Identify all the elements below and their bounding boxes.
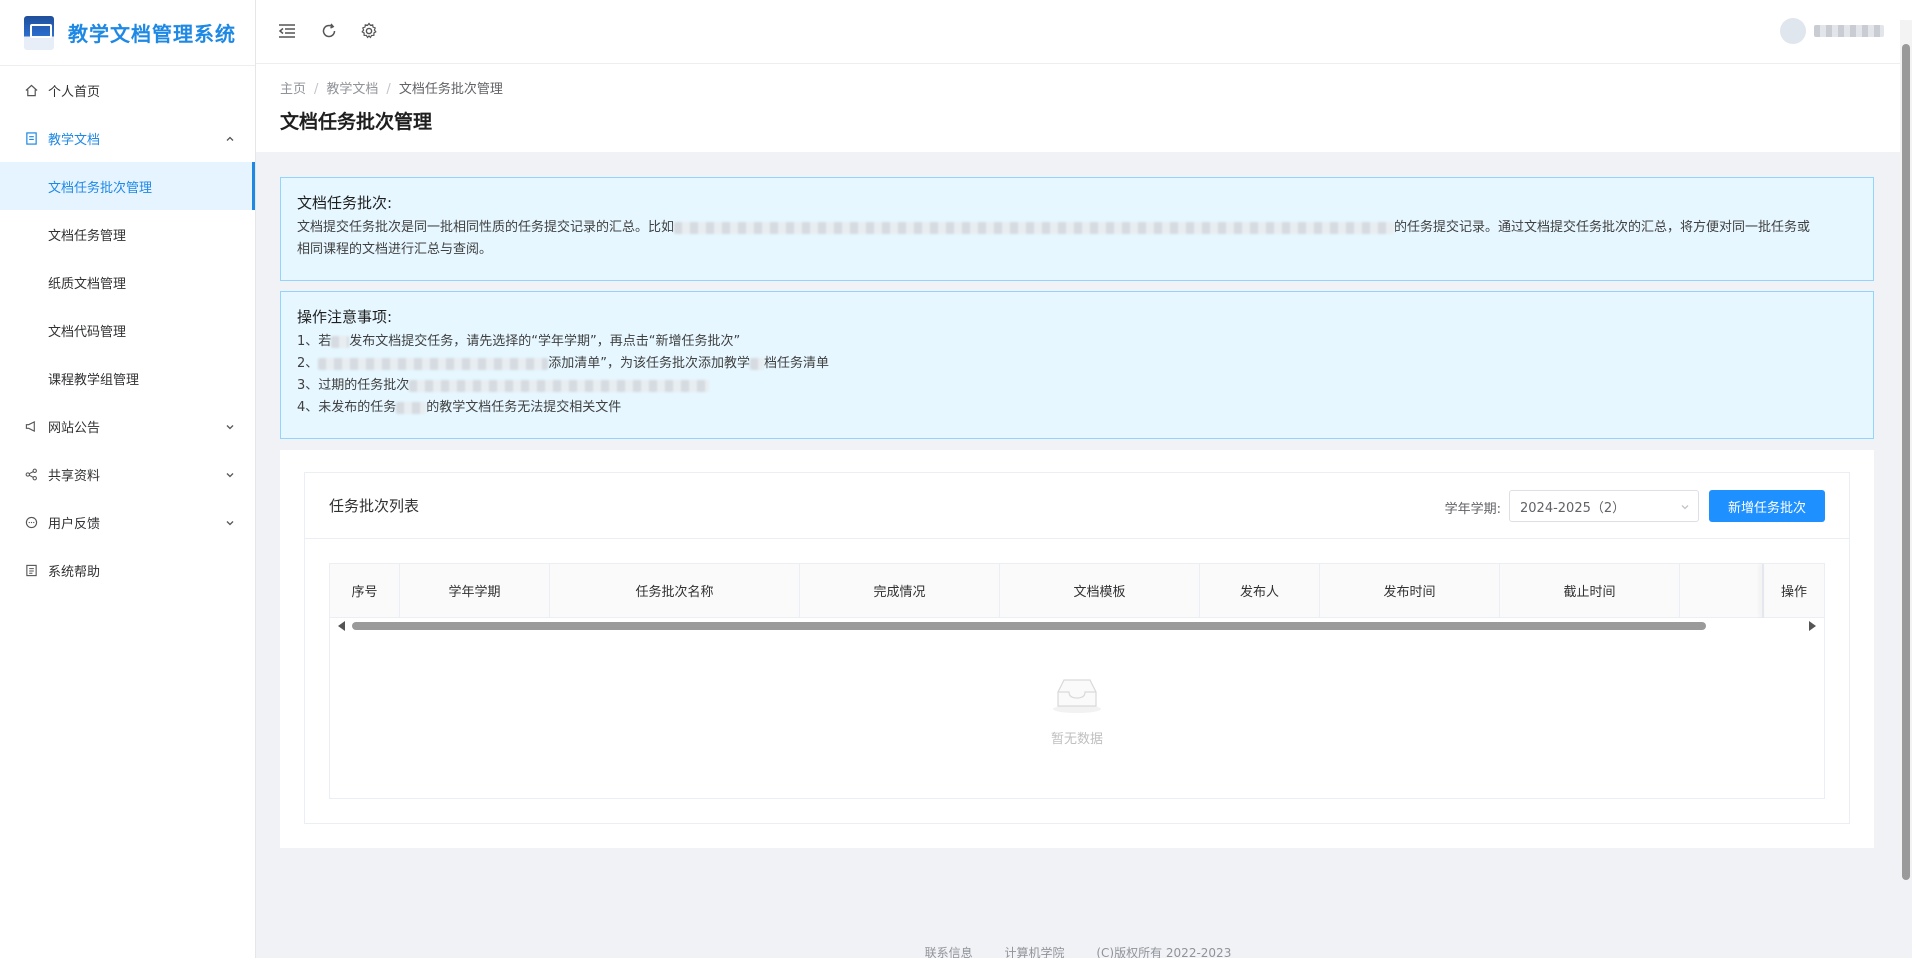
home-icon — [24, 83, 38, 97]
add-batch-button[interactable]: 新增任务批次 — [1709, 490, 1825, 522]
column-header: 发布时间 — [1320, 564, 1500, 617]
batch-list-container: 任务批次列表 学年学期: 2024-2025（2） 新增任务批次 序号 学年学期… — [280, 450, 1874, 848]
sidebar-item-label: 教学文档 — [48, 132, 101, 148]
term-select[interactable]: 2024-2025（2） — [1509, 490, 1699, 522]
refresh-icon[interactable] — [318, 20, 340, 42]
sidebar-item-announcements[interactable]: 网站公告 — [0, 402, 255, 450]
sidebar-item-teaching-docs[interactable]: 教学文档 — [0, 114, 255, 162]
redacted-text — [318, 357, 549, 370]
page-scrollbar-thumb[interactable] — [1902, 44, 1910, 880]
megaphone-icon — [24, 419, 38, 433]
document-icon — [24, 131, 38, 145]
scroll-right-arrow-icon[interactable] — [1809, 621, 1816, 631]
card-header: 任务批次列表 学年学期: 2024-2025（2） 新增任务批次 — [305, 473, 1849, 539]
column-header: 完成情况 — [800, 564, 1000, 617]
redacted-text — [409, 379, 710, 392]
sidebar-item-label: 个人首页 — [48, 84, 101, 100]
card-title: 任务批次列表 — [329, 497, 420, 515]
redacted-text — [331, 335, 350, 348]
breadcrumb-separator: / — [314, 82, 319, 97]
school-logo — [24, 15, 54, 50]
column-header: 学年学期 — [400, 564, 550, 617]
footer-contact[interactable]: 联系信息 — [925, 946, 973, 958]
app-logo-area: 教学文档管理系统 — [0, 0, 255, 66]
empty-text: 暂无数据 — [1050, 732, 1103, 747]
chevron-up-icon — [225, 133, 235, 143]
sidebar-menu: 个人首页 教学文档 文档任务批次管理 文档任务管理 纸质文档管理 文档代码管理 … — [0, 66, 255, 594]
term-select-value: 2024-2025（2） — [1520, 500, 1626, 516]
page-header: 主页 / 教学文档 / 文档任务批次管理 文档任务批次管理 — [256, 64, 1900, 152]
chevron-down-icon — [1680, 501, 1690, 511]
term-label: 学年学期: — [1444, 502, 1501, 517]
top-header — [256, 0, 1912, 64]
sidebar-item-task-management[interactable]: 文档任务管理 — [0, 210, 255, 258]
sidebar-item-paper-docs[interactable]: 纸质文档管理 — [0, 258, 255, 306]
batch-list-card: 任务批次列表 学年学期: 2024-2025（2） 新增任务批次 序号 学年学期… — [304, 472, 1850, 824]
breadcrumb-separator: / — [386, 82, 391, 97]
sidebar-item-label: 网站公告 — [48, 420, 101, 436]
column-header: 操作 — [1780, 585, 1807, 600]
table-header: 序号 学年学期 任务批次名称 完成情况 文档模板 发布人 发布时间 截止时间 操… — [330, 564, 1824, 618]
operation-notes-title: 操作注意事项: — [297, 308, 393, 326]
redacted-text — [396, 401, 427, 414]
chevron-down-icon — [225, 421, 235, 431]
page-title: 文档任务批次管理 — [280, 111, 433, 133]
column-header: 文档模板 — [1000, 564, 1200, 617]
sidebar-item-label: 用户反馈 — [48, 516, 101, 532]
fixed-column-divider — [1762, 564, 1764, 618]
column-header: 任务批次名称 — [550, 564, 800, 617]
sidebar-item-feedback[interactable]: 用户反馈 — [0, 498, 255, 546]
sidebar-item-help[interactable]: 系统帮助 — [0, 546, 255, 594]
sidebar-item-label: 系统帮助 — [48, 564, 101, 580]
column-header: 发布人 — [1200, 564, 1320, 617]
app-title: 教学文档管理系统 — [68, 22, 236, 46]
scroll-left-arrow-icon[interactable] — [338, 621, 345, 631]
redacted-text — [750, 357, 765, 370]
batch-info-text: 文档提交任务批次是同一批相同性质的任务提交记录的汇总。比如 的任务提交记录。通过文… — [297, 220, 1811, 257]
table-horizontal-scrollbar[interactable] — [330, 618, 1824, 634]
operation-notes-list: 1、若 发布文档提交任务，请先选择的“学年学期”，再点击“新增任务批次” 2、 添加… — [297, 334, 830, 415]
user-name-redacted — [1814, 25, 1884, 37]
table-scrollbar-thumb[interactable] — [352, 622, 1706, 630]
chat-icon — [24, 515, 38, 529]
page-footer: 联系信息 计算机学院 (C)版权所有 2022-2023 — [256, 944, 1900, 958]
sidebar-item-home[interactable]: 个人首页 — [0, 66, 255, 114]
sidebar-item-label: 共享资料 — [48, 468, 101, 484]
empty-state: 暂无数据 — [330, 674, 1824, 747]
sidebar: 教学文档管理系统 个人首页 教学文档 文档任务批次管理 文档任务管理 纸质文档管… — [0, 0, 256, 958]
avatar — [1780, 18, 1806, 44]
page-scrollbar[interactable] — [1900, 20, 1912, 880]
chevron-down-icon — [225, 517, 235, 527]
redacted-text — [674, 221, 1395, 234]
column-header: 序号 — [330, 564, 400, 617]
footer-copyright: (C)版权所有 2022-2023 — [1096, 946, 1232, 958]
chevron-down-icon — [225, 469, 235, 479]
help-book-icon — [24, 563, 38, 577]
batch-info-panel: 文档任务批次: 文档提交任务批次是同一批相同性质的任务提交记录的汇总。比如 的任务… — [280, 177, 1874, 281]
share-icon — [24, 467, 38, 481]
sidebar-item-shared-resources[interactable]: 共享资料 — [0, 450, 255, 498]
gear-icon[interactable] — [358, 20, 380, 42]
sidebar-item-batch-management[interactable]: 文档任务批次管理 — [0, 162, 255, 210]
sidebar-item-course-groups[interactable]: 课程教学组管理 — [0, 354, 255, 402]
batch-info-title: 文档任务批次: — [297, 194, 393, 212]
breadcrumb-current: 文档任务批次管理 — [398, 82, 503, 97]
breadcrumb-teaching-docs[interactable]: 教学文档 — [326, 82, 378, 97]
column-header — [1680, 564, 1764, 617]
column-header: 截止时间 — [1500, 564, 1680, 617]
empty-inbox-icon — [1050, 674, 1104, 718]
batch-table: 序号 学年学期 任务批次名称 完成情况 文档模板 发布人 发布时间 截止时间 操… — [329, 563, 1825, 799]
sidebar-item-doc-codes[interactable]: 文档代码管理 — [0, 306, 255, 354]
collapse-menu-icon[interactable] — [276, 20, 298, 42]
user-menu[interactable] — [1780, 18, 1884, 44]
breadcrumb-home[interactable]: 主页 — [280, 82, 306, 97]
breadcrumb: 主页 / 教学文档 / 文档任务批次管理 — [280, 78, 1876, 97]
footer-college: 计算机学院 — [1004, 946, 1065, 958]
operation-notes-panel: 操作注意事项: 1、若 发布文档提交任务，请先选择的“学年学期”，再点击“新增任务… — [280, 291, 1874, 439]
